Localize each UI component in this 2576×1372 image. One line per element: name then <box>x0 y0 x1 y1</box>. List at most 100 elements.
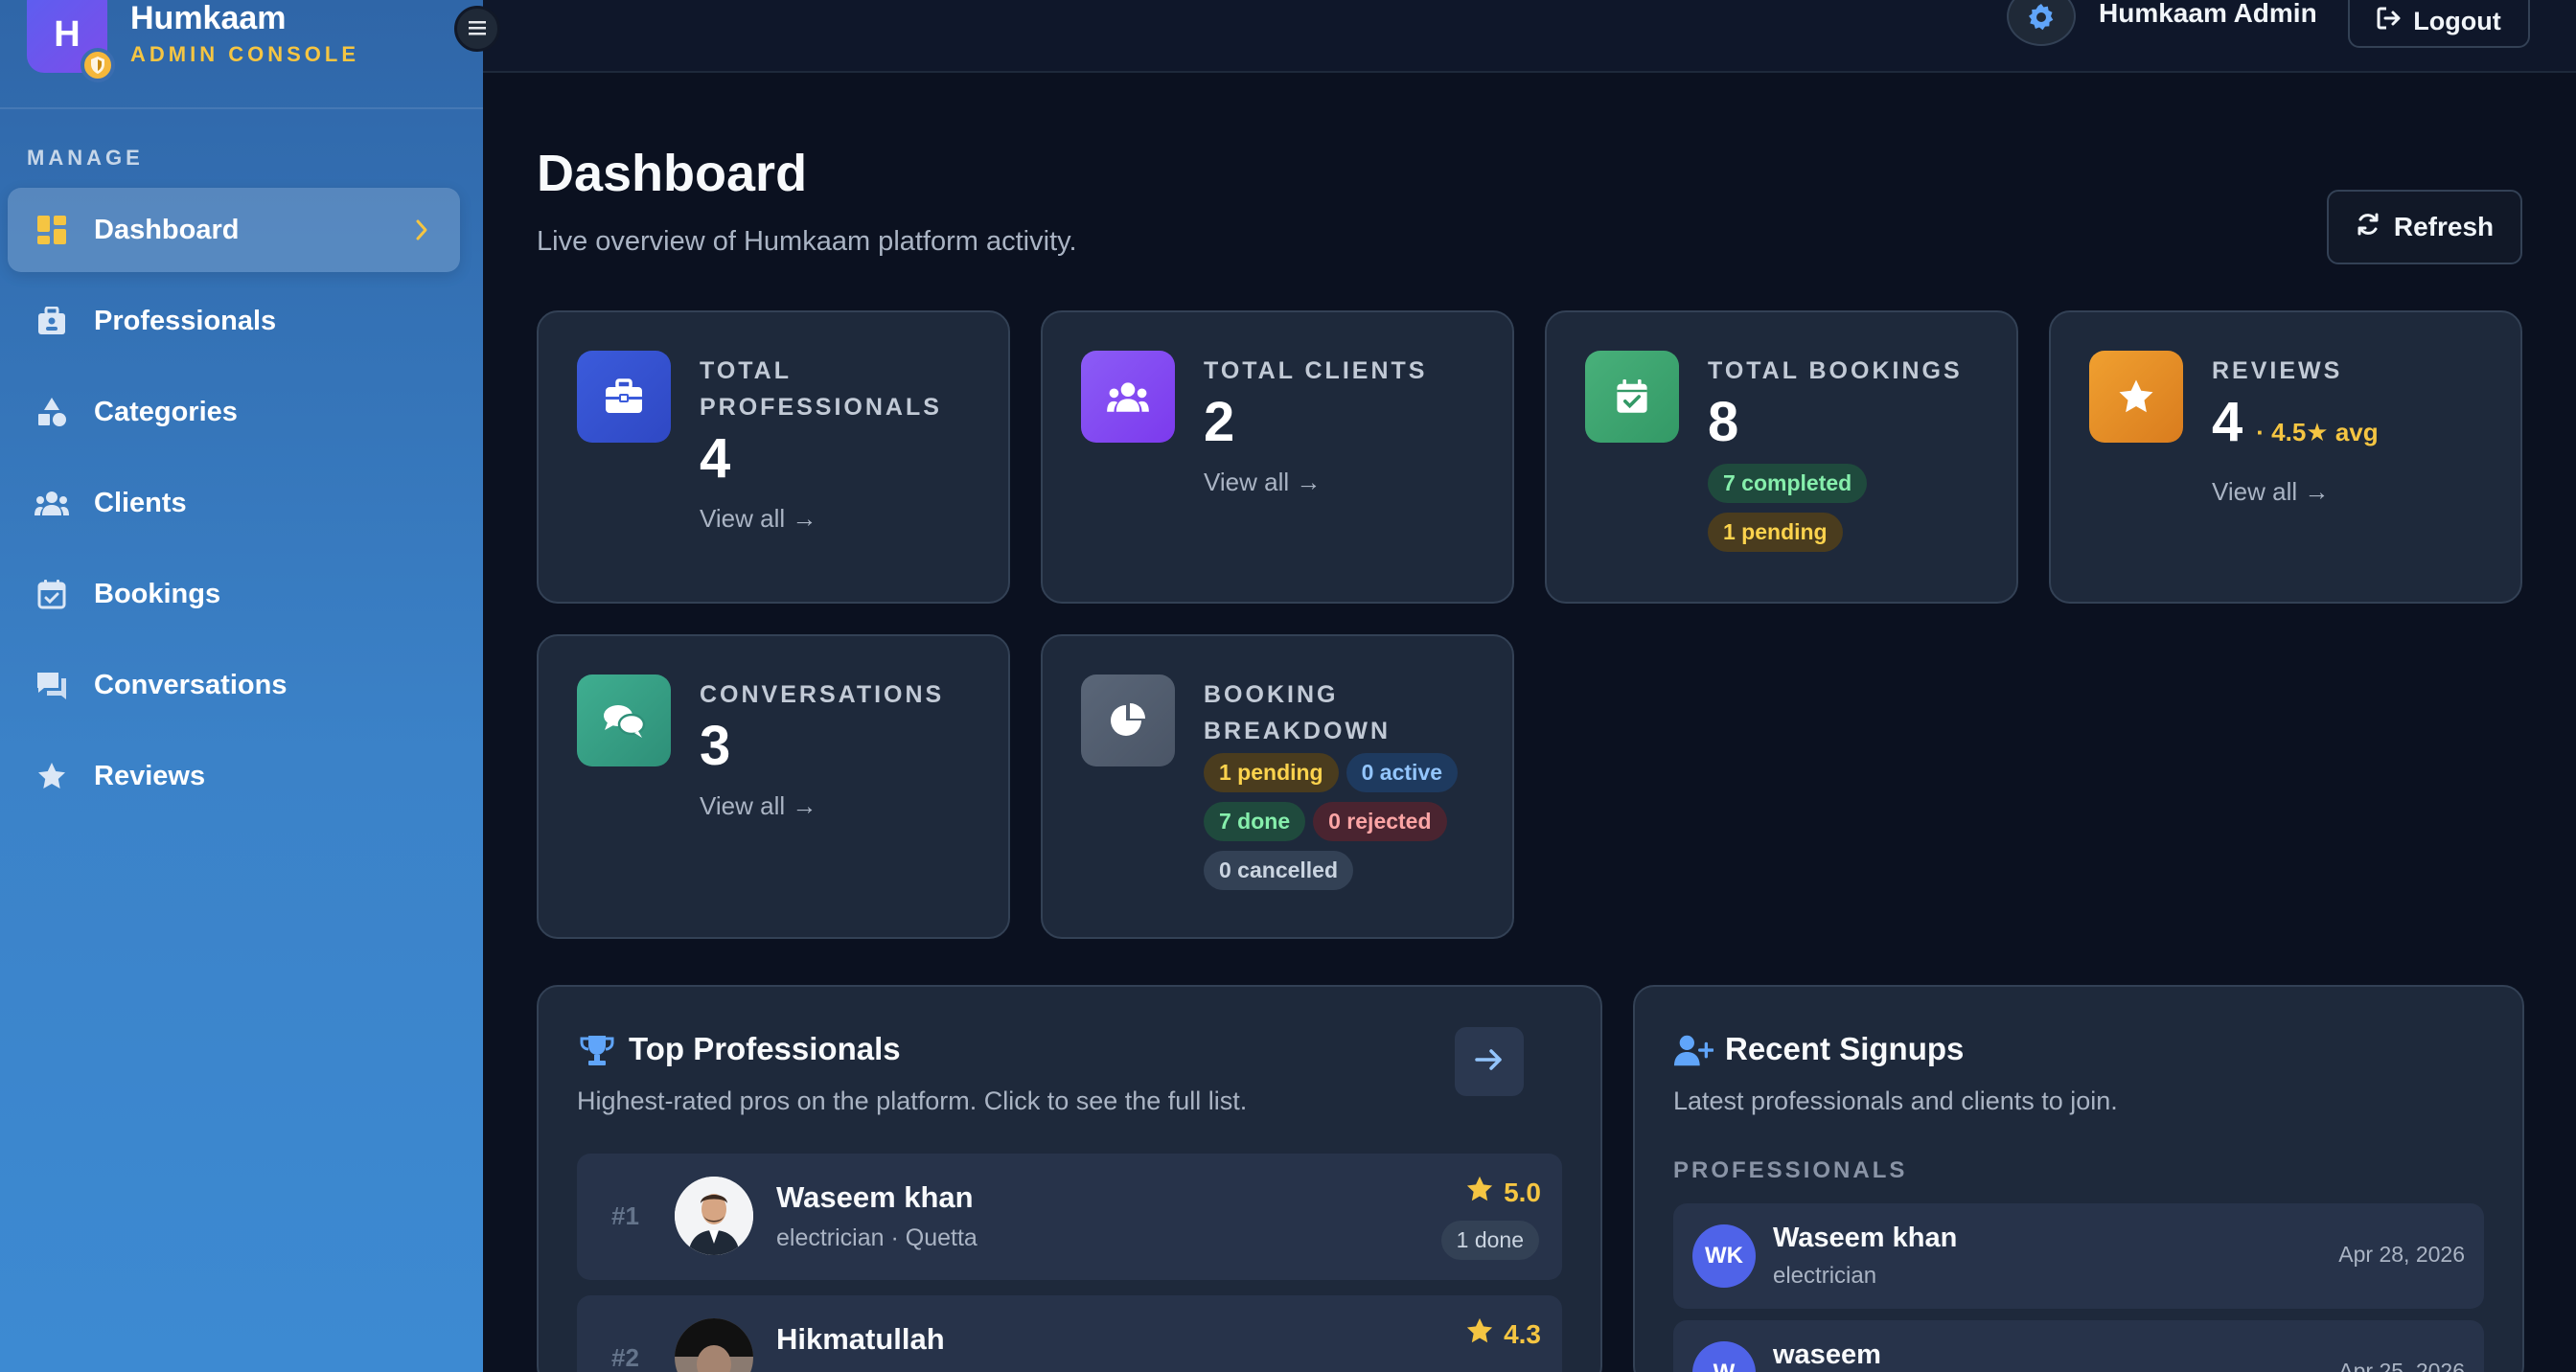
sidebar-item-bookings[interactable]: Bookings <box>8 552 460 636</box>
page-title: Dashboard <box>537 145 808 202</box>
stat-value: 4 <box>2212 391 2243 453</box>
professional-row[interactable]: #2 Hikmatullah 4.3 <box>577 1295 1562 1372</box>
brand-initial: H <box>54 13 80 55</box>
calendar-check-icon <box>34 577 69 611</box>
rank: #1 <box>611 1201 639 1230</box>
view-all-professionals-button[interactable] <box>1455 1027 1524 1096</box>
signup-name: Waseem khan <box>1773 1223 1958 1253</box>
sidebar-item-label: Categories <box>94 396 238 427</box>
topbar: Humkaam Admin Logout <box>483 0 2576 73</box>
sidebar-item-label: Conversations <box>94 669 288 700</box>
done-badge: 7 done <box>1204 802 1306 841</box>
professional-name: Waseem khan <box>776 1180 974 1214</box>
panel-title: Top Professionals <box>629 1031 901 1066</box>
sidebar-item-label: Reviews <box>94 760 206 791</box>
trophy-icon <box>577 1031 617 1071</box>
rating-value: 4.3 <box>1504 1318 1541 1349</box>
sidebar-item-clients[interactable]: Clients <box>8 461 460 545</box>
admin-avatar[interactable] <box>2007 0 2076 46</box>
rating: 5.0 <box>1465 1175 1541 1210</box>
view-all-link[interactable]: View all → <box>2212 477 2499 507</box>
cancelled-badge: 0 cancelled <box>1204 851 1354 890</box>
stat-label: TOTAL CLIENTS <box>1204 357 1428 384</box>
professional-name: Hikmatullah <box>776 1322 945 1356</box>
logout-button[interactable]: Logout <box>2348 0 2530 48</box>
stat-label: BOOKING <box>1204 681 1339 708</box>
stat-card-clients[interactable]: TOTAL CLIENTS 2 View all → <box>1041 310 1514 604</box>
rating-value: 5.0 <box>1504 1177 1541 1207</box>
pending-badge: 1 pending <box>1204 753 1339 792</box>
signup-date: Apr 25, 2026 <box>2338 1359 2465 1372</box>
sidebar-nav: Dashboard Professionals Categories Clien… <box>8 188 460 825</box>
shapes-icon <box>34 395 69 429</box>
panel-subtitle: Highest-rated pros on the platform. Clic… <box>577 1086 1248 1115</box>
stat-card-conversations[interactable]: CONVERSATIONS 3 View all → <box>537 634 1010 939</box>
chat-icon <box>34 668 69 702</box>
stat-body: TOTAL CLIENTS 2 View all → <box>1204 353 1491 497</box>
sidebar-item-professionals[interactable]: Professionals <box>8 279 460 363</box>
star-icon <box>1465 1316 1494 1352</box>
sidebar-item-reviews[interactable]: Reviews <box>8 734 460 818</box>
sidebar-item-categories[interactable]: Categories <box>8 370 460 454</box>
shield-icon <box>80 48 115 82</box>
calendar-check-icon <box>1585 351 1679 443</box>
avatar <box>675 1318 753 1372</box>
view-all-link[interactable]: View all → <box>1204 468 1491 497</box>
completed-badge: 7 completed <box>1708 464 1868 503</box>
brand-name: Humkaam <box>130 0 287 36</box>
sidebar-item-label: Professionals <box>94 305 277 336</box>
chat-icon <box>577 675 671 766</box>
view-all-link[interactable]: View all → <box>700 791 987 821</box>
briefcase-icon <box>577 351 671 443</box>
recent-signups-panel: Recent Signups Latest professionals and … <box>1633 985 2524 1372</box>
stat-label: TOTAL <box>700 357 793 384</box>
professional-row[interactable]: #1 Waseem khan electrician · Quetta 5.0 … <box>577 1154 1562 1280</box>
sidebar-item-label: Clients <box>94 487 187 518</box>
rating: 4.3 <box>1465 1316 1541 1352</box>
refresh-label: Refresh <box>2393 212 2495 241</box>
sidebar: H Humkaam ADMIN CONSOLE MANAGE Dashboard… <box>0 0 483 1372</box>
arrow-right-icon <box>1474 1046 1505 1078</box>
signup-row[interactable]: W waseem Apr 25, 2026 <box>1673 1320 2484 1372</box>
grid-icon <box>34 213 69 247</box>
logout-icon <box>2377 7 2402 36</box>
refresh-button[interactable]: Refresh <box>2327 190 2522 264</box>
brand-header: H Humkaam ADMIN CONSOLE <box>0 0 483 109</box>
menu-icon <box>469 16 486 41</box>
professional-meta: electrician · Quetta <box>776 1224 978 1251</box>
rank: #2 <box>611 1343 639 1372</box>
pending-badge: 1 pending <box>1708 513 1843 552</box>
stat-label: REVIEWS <box>2212 357 2343 384</box>
signup-name: waseem <box>1773 1339 1881 1370</box>
stat-body: TOTAL PROFESSIONALS 4 View all → <box>700 353 987 534</box>
sidebar-item-dashboard[interactable]: Dashboard <box>8 188 460 272</box>
view-all-link[interactable]: View all → <box>700 504 987 534</box>
stat-value: 8 <box>1708 391 1739 453</box>
stat-value: 3 <box>700 715 731 777</box>
users-icon <box>34 486 69 520</box>
stat-label: PROFESSIONALS <box>700 394 942 421</box>
briefcase-icon <box>34 304 69 338</box>
panel-subtitle: Latest professionals and clients to join… <box>1673 1086 2118 1115</box>
signup-row[interactable]: WK Waseem khan electrician Apr 28, 2026 <box>1673 1203 2484 1309</box>
avatar: WK <box>1692 1224 1756 1288</box>
panel-title: Recent Signups <box>1725 1031 1965 1066</box>
stat-body: REVIEWS 4 · 4.5★ avg View all → <box>2212 353 2499 507</box>
user-plus-icon <box>1673 1031 1714 1071</box>
refresh-icon <box>2356 212 2380 243</box>
stat-card-bookings[interactable]: TOTAL BOOKINGS 8 7 completed 1 pending <box>1545 310 2018 604</box>
star-icon <box>1465 1175 1494 1210</box>
stat-card-professionals[interactable]: TOTAL PROFESSIONALS 4 View all → <box>537 310 1010 604</box>
sidebar-item-conversations[interactable]: Conversations <box>8 643 460 727</box>
nav-section-label: MANAGE <box>27 146 144 170</box>
sidebar-toggle-button[interactable] <box>454 6 500 52</box>
gear-icon <box>2027 3 2056 36</box>
stat-card-reviews[interactable]: REVIEWS 4 · 4.5★ avg View all → <box>2049 310 2522 604</box>
brand-subtitle: ADMIN CONSOLE <box>130 42 359 66</box>
average-rating: · 4.5★ avg <box>2256 418 2379 446</box>
stat-value: 2 <box>1204 391 1235 453</box>
stat-body: BOOKING BREAKDOWN 1 pending 0 active 7 do… <box>1204 676 1491 890</box>
stat-label: TOTAL BOOKINGS <box>1708 357 1963 384</box>
jobs-done-badge: 1 done <box>1440 1221 1539 1260</box>
sidebar-item-label: Dashboard <box>94 214 240 245</box>
